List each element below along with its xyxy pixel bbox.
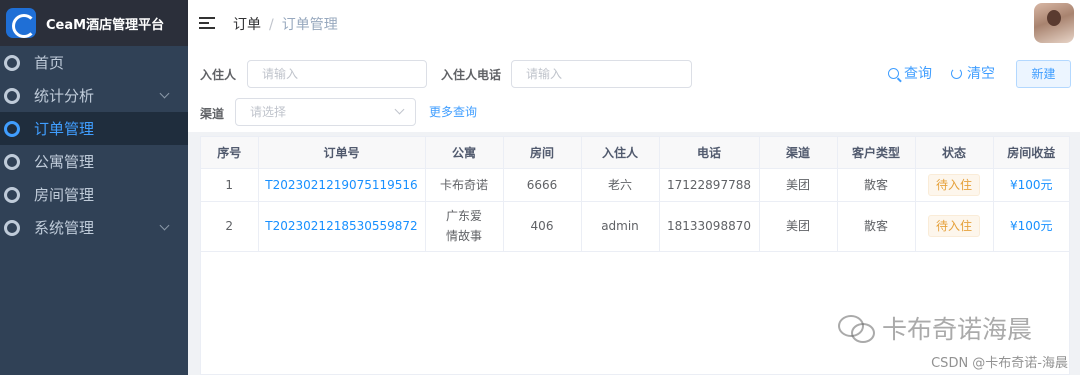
apartment-name: 广东爱情故事 [445, 209, 482, 243]
app-title: CeaM酒店管理平台 [46, 17, 165, 33]
status-badge: 待入住 [927, 215, 980, 237]
column-header: 房间 [503, 137, 582, 169]
guest-label: 入住人 [200, 68, 237, 82]
sidebar-item-label: 首页 [34, 54, 65, 72]
query-button[interactable]: 查询 [888, 63, 932, 83]
cell-income: ¥100元 [993, 201, 1069, 252]
sidebar-item-system[interactable]: 系统管理 [0, 211, 188, 244]
column-header: 状态 [915, 137, 994, 169]
cell-channel: 美团 [759, 168, 838, 202]
circle-nav-icon [4, 120, 20, 137]
cell-room: 6666 [503, 168, 582, 202]
circle-nav-icon [4, 54, 20, 71]
sidebar-item-rooms[interactable]: 房间管理 [0, 178, 188, 211]
circle-nav-icon [4, 219, 20, 236]
income-value: ¥100元 [1009, 177, 1053, 192]
cell-income: ¥100元 [993, 168, 1069, 202]
phone-label: 入住人电话 [441, 68, 502, 82]
breadcrumb-current: 订单管理 [281, 17, 338, 33]
app-logo-icon [6, 8, 36, 38]
breadcrumb-item[interactable]: 订单 [233, 17, 261, 33]
cell-room: 406 [503, 201, 582, 252]
phone-input-placeholder: 请输入 [526, 67, 563, 81]
chevron-down-icon [159, 220, 170, 231]
query-button-label: 查询 [904, 66, 932, 82]
chevron-down-icon [159, 88, 170, 99]
table-header-row: 序号 订单号 公寓 房间 入住人 电话 渠道 客户类型 状态 房间收益 [201, 137, 1069, 169]
cell-phone: 18133098870 [659, 201, 760, 252]
channel-select-placeholder: 请选择 [250, 105, 287, 119]
brand[interactable]: CeaM酒店管理平台 [0, 0, 188, 46]
sidebar-item-label: 订单管理 [34, 120, 95, 138]
circle-nav-icon [4, 87, 20, 104]
cell-guest: 老六 [581, 168, 660, 202]
sidebar-item-label: 房间管理 [34, 186, 95, 204]
cell-apartment: 卡布奇诺 [425, 168, 504, 202]
cell-guest: admin [581, 201, 660, 252]
sidebar-item-orders[interactable]: 订单管理 [0, 112, 188, 145]
guest-input-placeholder: 请输入 [262, 67, 299, 81]
avatar[interactable] [1034, 3, 1074, 43]
sidebar-item-apartments[interactable]: 公寓管理 [0, 145, 188, 178]
channel-label: 渠道 [200, 107, 225, 121]
circle-nav-icon [4, 153, 20, 170]
column-header: 序号 [201, 137, 259, 169]
sidebar-item-statistics[interactable]: 统计分析 [0, 79, 188, 112]
breadcrumb: 订单 / 订单管理 [233, 14, 338, 34]
breadcrumb-separator: / [269, 17, 274, 33]
cell-customer-type: 散客 [837, 168, 916, 202]
guest-input[interactable]: 请输入 [247, 60, 427, 88]
cell-apartment: 广东爱情故事 [425, 201, 504, 252]
sidebar-item-home[interactable]: 首页 [0, 46, 188, 79]
cell-status: 待入住 [915, 168, 994, 202]
column-header: 电话 [659, 137, 760, 169]
watermark: 卡布奇诺海晨 [838, 310, 1032, 346]
cell-order-no: T2023021218530559872 [258, 201, 426, 252]
menu-toggle-icon[interactable] [199, 17, 215, 29]
refresh-icon [951, 67, 962, 79]
channel-select[interactable]: 请选择 [235, 98, 416, 126]
sidebar-item-label: 系统管理 [34, 219, 95, 237]
sidebar-item-label: 公寓管理 [34, 153, 95, 171]
sidebar: CeaM酒店管理平台 首页 统计分析 订单管理 公寓管理 房间管理 系统管理 [0, 0, 188, 375]
table-row[interactable]: 2 T2023021218530559872 广东爱情故事 406 admin … [201, 201, 1069, 252]
column-header: 房间收益 [993, 137, 1069, 169]
cell-status: 待入住 [915, 201, 994, 252]
clear-button[interactable]: 清空 [951, 63, 995, 83]
cell-customer-type: 散客 [837, 201, 916, 252]
order-no-link[interactable]: T2023021219075119516 [265, 178, 417, 192]
filter-panel: 入住人 请输入 入住人电话 请输入 渠道 请选择 更多查询 查询 清空 新建 [188, 46, 1080, 132]
clear-button-label: 清空 [967, 66, 995, 82]
income-value: ¥100元 [1009, 219, 1053, 233]
wechat-icon [838, 315, 875, 343]
search-icon [888, 67, 899, 79]
watermark-credit: CSDN @卡布奇诺-海晨 [931, 356, 1068, 371]
column-header: 客户类型 [837, 137, 916, 169]
phone-input[interactable]: 请输入 [511, 60, 692, 88]
column-header: 公寓 [425, 137, 504, 169]
column-header: 入住人 [581, 137, 660, 169]
chevron-down-icon [394, 104, 405, 115]
table-row[interactable]: 1 T2023021219075119516 卡布奇诺 6666 老六 1712… [201, 168, 1069, 202]
column-header: 订单号 [258, 137, 426, 169]
cell-order-no: T2023021219075119516 [258, 168, 426, 202]
order-no-link[interactable]: T2023021218530559872 [265, 219, 417, 233]
circle-nav-icon [4, 186, 20, 203]
cell-phone: 17122897788 [659, 168, 760, 202]
watermark-text: 卡布奇诺海晨 [882, 315, 1033, 344]
cell-channel: 美团 [759, 201, 838, 252]
more-query-link[interactable]: 更多查询 [429, 103, 477, 120]
cell-index: 2 [201, 201, 259, 252]
top-header: 订单 / 订单管理 [188, 0, 1080, 46]
new-button[interactable]: 新建 [1016, 60, 1071, 88]
column-header: 渠道 [759, 137, 838, 169]
status-badge: 待入住 [927, 173, 980, 196]
cell-index: 1 [201, 168, 259, 202]
sidebar-item-label: 统计分析 [34, 87, 95, 105]
